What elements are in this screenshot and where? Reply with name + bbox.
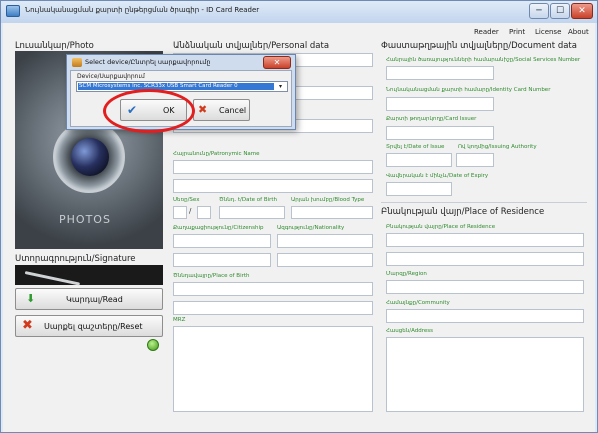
nationality-latin-field[interactable] bbox=[277, 253, 373, 267]
window-title: Նույնականացման քարտի ընթերցման ծրագիր - … bbox=[25, 6, 260, 14]
date-of-issue-field[interactable] bbox=[386, 153, 452, 167]
title-bar: Նույնականացման քարտի ընթերցման ծրագիր - … bbox=[1, 1, 597, 23]
cancel-x-icon: ✖ bbox=[198, 103, 208, 116]
sex-label: Սեռը/Sex bbox=[173, 197, 200, 203]
residence-title: Բնակության վայր/Place of Residence bbox=[381, 207, 545, 217]
date-of-expiry-label: Վավերական է մինչև/Date of Expiry bbox=[386, 173, 489, 179]
place-of-birth-latin-field[interactable] bbox=[173, 301, 373, 315]
citizenship-latin-field[interactable] bbox=[173, 253, 271, 267]
app-window: Նույնականացման քարտի ընթերցման ծրագիր - … bbox=[0, 0, 598, 433]
personal-data-title: Անձնական տվյալներ/Personal data bbox=[173, 41, 330, 51]
community-field[interactable] bbox=[386, 309, 584, 323]
patronymic-latin-field[interactable] bbox=[173, 179, 373, 193]
chevron-down-icon: ▾ bbox=[279, 83, 283, 90]
status-indicator-icon bbox=[147, 339, 159, 351]
community-label: Համայնքը/Community bbox=[386, 300, 450, 306]
dialog-close-button[interactable]: ✕ bbox=[263, 56, 291, 69]
citizenship-label: Քաղաքացիությունը/Citizenship bbox=[173, 225, 264, 231]
blood-type-label: Արյան խումբը/Blood Type bbox=[291, 197, 365, 203]
address-textarea[interactable] bbox=[386, 337, 584, 412]
date-of-issue-label: Տրվել է/Date of Issue bbox=[386, 144, 445, 150]
app-icon bbox=[6, 5, 20, 17]
region-label: Մարզը/Region bbox=[386, 271, 427, 277]
menu-about[interactable]: About bbox=[568, 28, 589, 36]
dialog-title: Select device/Ընտրել սարքավորումը bbox=[85, 58, 211, 66]
card-issuer-field[interactable] bbox=[386, 126, 494, 140]
section-divider bbox=[381, 202, 587, 203]
reset-button-label: Սարքել զաշտերը/Reset bbox=[44, 322, 143, 331]
menu-reader[interactable]: Reader bbox=[474, 28, 499, 36]
read-arrow-icon: ⬇ bbox=[26, 292, 36, 305]
place-of-residence-label: Բնակության վայրը/Place of Residence bbox=[386, 224, 496, 230]
document-data-title: Փաստաթղթային տվյալները/Document data bbox=[381, 41, 577, 51]
address-label: Հասցեն/Address bbox=[386, 328, 433, 334]
cancel-button-label: Cancel bbox=[219, 106, 247, 115]
read-button[interactable]: ⬇ Կարդալ/Read bbox=[15, 288, 163, 310]
issuing-authority-field[interactable] bbox=[456, 153, 494, 167]
blood-type-field[interactable] bbox=[291, 206, 373, 219]
minimize-button[interactable]: ─ bbox=[529, 3, 549, 19]
place-of-birth-field[interactable] bbox=[173, 282, 373, 296]
maximize-button[interactable]: ☐ bbox=[550, 3, 570, 19]
region-field[interactable] bbox=[386, 280, 584, 294]
patronymic-field[interactable] bbox=[173, 160, 373, 174]
annotation-ellipse bbox=[103, 89, 195, 133]
read-button-label: Կարդալ/Read bbox=[66, 295, 123, 304]
nationality-label: Ազգությունը/Nationality bbox=[277, 225, 345, 231]
signature-title: Ստորագրություն/Signature bbox=[15, 254, 136, 264]
device-select-value: SCM Microsystems Inc. SCR33x USB Smart C… bbox=[79, 83, 238, 89]
citizenship-field[interactable] bbox=[173, 234, 271, 248]
card-issuer-label: Քարտի թողարկողը/Card Issuer bbox=[386, 116, 477, 122]
dob-separator: / bbox=[189, 207, 192, 215]
patronymic-label: Հայրանունը/Patronymic Name bbox=[173, 151, 260, 157]
dob-label: Ծննդ. t/Date of Birth bbox=[219, 197, 278, 203]
dob-day-field[interactable] bbox=[197, 206, 211, 219]
id-card-number-label: Նույնականացման քարտի համարը/Identity Car… bbox=[386, 87, 551, 93]
sex-field[interactable] bbox=[173, 206, 187, 219]
dialog-app-icon bbox=[72, 58, 82, 67]
place-of-birth-label: Ծննդավայրը/Place of Birth bbox=[173, 273, 250, 279]
dob-field[interactable] bbox=[219, 206, 285, 219]
reset-button[interactable]: ✖ Սարքել զաշտերը/Reset bbox=[15, 315, 163, 337]
id-card-number-field[interactable] bbox=[386, 97, 494, 111]
photo-placeholder-text: PHOTOS bbox=[59, 213, 111, 226]
place-of-residence-latin-field[interactable] bbox=[386, 252, 584, 266]
mrz-label: MRZ bbox=[173, 317, 186, 323]
menu-license[interactable]: License bbox=[535, 28, 561, 36]
device-select[interactable]: SCM Microsystems Inc. SCR33x USB Smart C… bbox=[76, 81, 288, 92]
ssn-field[interactable] bbox=[386, 66, 494, 80]
cancel-button[interactable]: ✖ Cancel bbox=[193, 99, 250, 121]
mrz-textarea[interactable] bbox=[173, 326, 373, 412]
date-of-expiry-field[interactable] bbox=[386, 182, 452, 196]
menu-print[interactable]: Print bbox=[509, 28, 525, 36]
camera-lens-glass bbox=[71, 138, 109, 176]
place-of-residence-field[interactable] bbox=[386, 233, 584, 247]
nationality-field[interactable] bbox=[277, 234, 373, 248]
issuing-authority-label: Ով կողմից/Issuing Authority bbox=[458, 144, 537, 150]
device-label: Device/Սարքավորում bbox=[77, 73, 145, 80]
eraser-icon: ✖ bbox=[22, 318, 33, 333]
photo-title: Լուսանկար/Photo bbox=[15, 41, 94, 51]
ssn-label: Հանրային ծառայությունների համարանիշը/Soc… bbox=[386, 57, 581, 63]
close-button[interactable]: ✕ bbox=[571, 3, 593, 19]
